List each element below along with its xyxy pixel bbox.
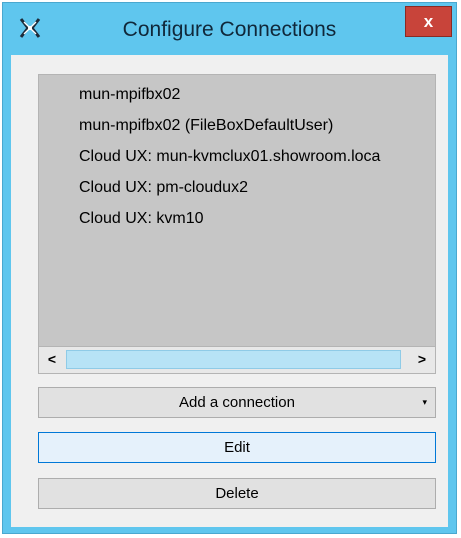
app-logo-icon	[19, 18, 41, 38]
scrollbar-thumb[interactable]	[66, 350, 401, 369]
add-connection-label: Add a connection	[179, 394, 295, 411]
window-title: Configure Connections	[122, 18, 337, 41]
title-bar[interactable]: Configure Connections x	[3, 3, 456, 55]
horizontal-scrollbar[interactable]: < >	[39, 346, 435, 373]
scroll-left-arrow-icon[interactable]: <	[41, 349, 63, 370]
list-item[interactable]: mun-mpifbx02 (FileBoxDefaultUser)	[79, 110, 435, 141]
configure-connections-window: Configure Connections x mun-mpifbx02 mun…	[2, 2, 457, 534]
edit-button[interactable]: Edit	[38, 432, 436, 463]
list-item[interactable]: mun-mpifbx02	[79, 79, 435, 110]
list-item[interactable]: Cloud UX: kvm10	[79, 203, 435, 234]
delete-button[interactable]: Delete	[38, 478, 436, 509]
list-item[interactable]: Cloud UX: mun-kvmclux01.showroom.loca	[79, 141, 435, 172]
close-button[interactable]: x	[405, 6, 452, 37]
connections-list-items: mun-mpifbx02 mun-mpifbx02 (FileBoxDefaul…	[79, 79, 435, 234]
scroll-right-arrow-icon[interactable]: >	[411, 349, 433, 370]
dropdown-arrow-icon: ▾	[422, 397, 427, 407]
list-item[interactable]: Cloud UX: pm-cloudux2	[79, 172, 435, 203]
add-connection-button[interactable]: Add a connection ▾	[38, 387, 436, 418]
dialog-content: mun-mpifbx02 mun-mpifbx02 (FileBoxDefaul…	[11, 55, 448, 527]
connections-list[interactable]: mun-mpifbx02 mun-mpifbx02 (FileBoxDefaul…	[38, 74, 436, 374]
